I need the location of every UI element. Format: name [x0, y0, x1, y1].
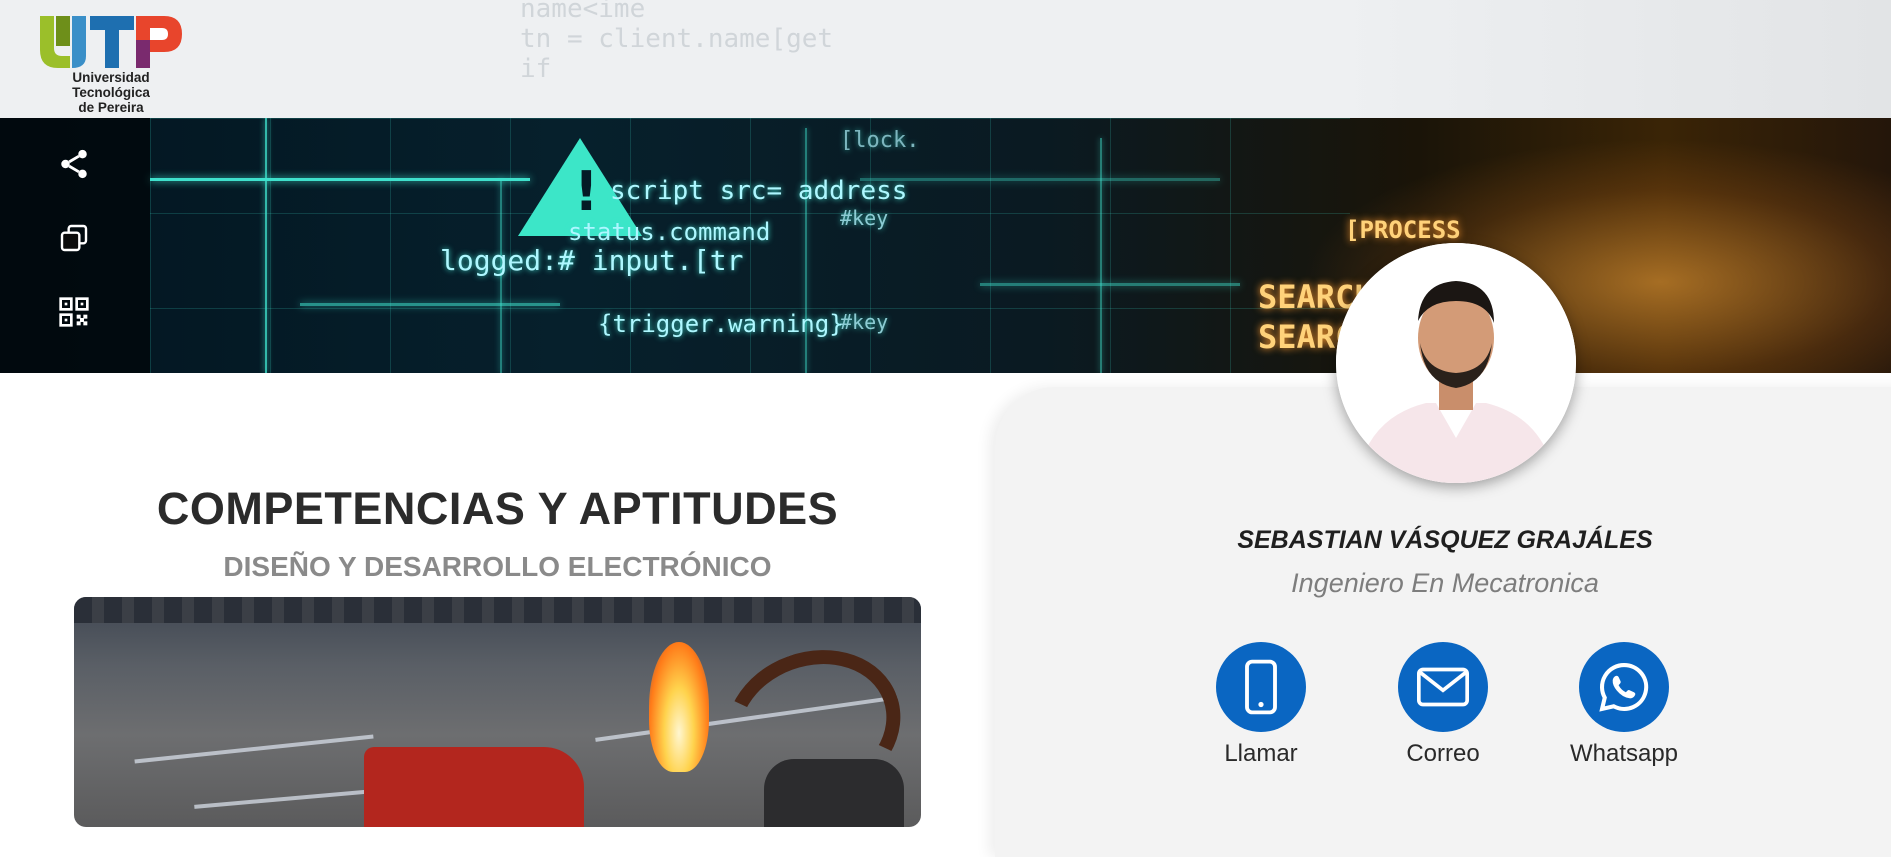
utp-logo[interactable]: Universidad Tecnológica de Pereira: [36, 10, 186, 115]
top-header: name<ime tn = client.name[get if Univers…: [0, 0, 1891, 118]
whatsapp-icon: [1599, 663, 1649, 712]
utp-logo-icon: [40, 16, 182, 68]
copy-link-button[interactable]: [56, 220, 92, 256]
section-subtitle: DISEÑO Y DESARROLLO ELECTRÓNICO: [223, 551, 772, 582]
mail-icon: [1417, 667, 1469, 707]
flame: [649, 642, 709, 772]
whatsapp-label: Whatsapp: [1569, 740, 1679, 767]
whatsapp-button[interactable]: Whatsapp: [1554, 642, 1694, 768]
email-label: Correo: [1406, 740, 1480, 767]
hero-banner: ! script src= address status.command log…: [0, 118, 1891, 373]
black-robot: [764, 759, 904, 827]
call-label: Llamar: [1224, 740, 1298, 767]
profile-role: Ingeniero En Mecatronica: [1291, 568, 1599, 598]
copy-icon: [60, 224, 88, 252]
phone-icon: [1245, 659, 1277, 715]
logo-wordmark: Universidad Tecnológica de Pereira: [72, 70, 150, 115]
red-robot: [364, 747, 584, 827]
profile-avatar: [1336, 243, 1576, 483]
qr-code-button[interactable]: [56, 294, 92, 330]
section-title: COMPETENCIAS Y APTITUDES: [156, 483, 839, 534]
header-code-background: name<ime tn = client.name[get if: [520, 0, 834, 84]
email-button[interactable]: Correo: [1373, 642, 1513, 768]
qr-code-icon: [59, 297, 89, 327]
share-sidebar: [0, 118, 150, 373]
profile-name: SEBASTIAN VÁSQUEZ GRAJÁLES: [1237, 526, 1653, 554]
profile-photo: [1336, 243, 1576, 483]
share-icon: [61, 149, 87, 179]
share-button[interactable]: [56, 146, 92, 182]
call-button[interactable]: Llamar: [1191, 642, 1331, 768]
competency-photo: [74, 597, 921, 827]
